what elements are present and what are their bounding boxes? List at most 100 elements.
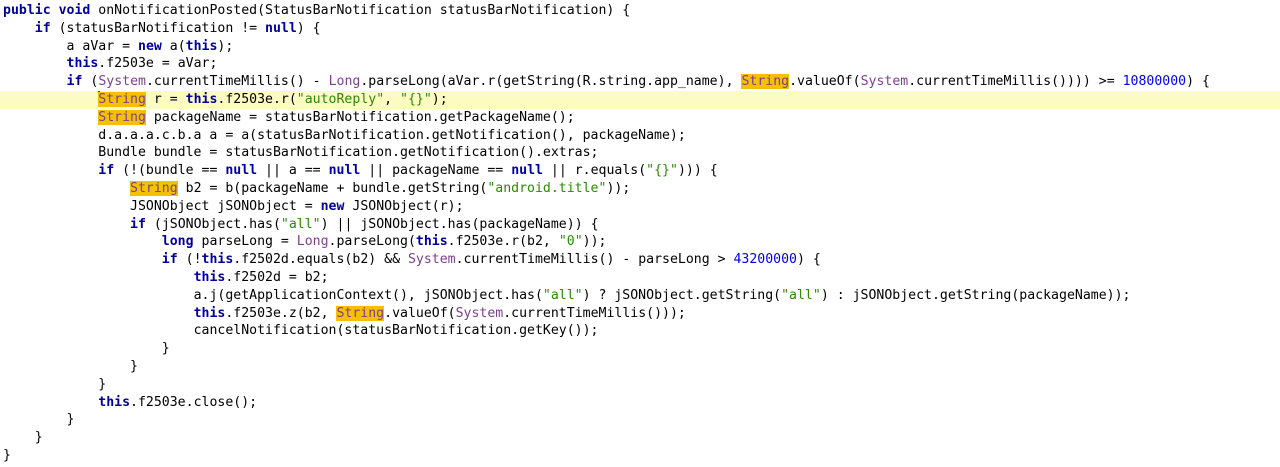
code-text: || packageName ==	[360, 163, 512, 179]
keyword-token: this	[193, 269, 226, 285]
type-token: System	[860, 74, 909, 90]
number-literal: 43200000	[733, 252, 798, 268]
code-line[interactable]: if (!this.f2502d.equals(b2) && System.cu…	[0, 251, 1280, 269]
code-line[interactable]: Bundle bundle = statusBarNotification.ge…	[0, 144, 1280, 162]
code-text: (	[82, 74, 99, 90]
code-text: (statusBarNotification !=	[50, 20, 266, 36]
type-token: System	[98, 74, 146, 90]
code-text: packageName = statusBarNotification.getP…	[145, 109, 575, 125]
string-literal: "all"	[781, 287, 821, 303]
code-text: || r.equals(	[542, 163, 647, 179]
keyword-token: new	[138, 38, 162, 54]
code-text: ) || jSONObject.has(packageName)) {	[320, 216, 599, 232]
code-line[interactable]: this.f2503e.z(b2, String.valueOf(System.…	[0, 305, 1280, 323]
code-text: }	[98, 376, 107, 392]
code-line[interactable]: if (statusBarNotification != null) {	[0, 20, 1280, 38]
code-text: a(	[161, 38, 186, 54]
code-text: );	[217, 38, 234, 54]
type-token: Long	[296, 234, 329, 250]
code-text: .currentTimeMillis()))) >=	[908, 74, 1123, 90]
code-line[interactable]: String packageName = statusBarNotificati…	[0, 109, 1280, 127]
code-text: .f2503e.r(b2,	[447, 234, 559, 250]
search-highlight: String	[98, 109, 146, 125]
code-text: .f2502d = b2;	[225, 269, 329, 285]
number-literal: 10800000	[1122, 74, 1187, 90]
keyword-token: this	[193, 305, 226, 321]
code-line[interactable]: String b2 = b(packageName + bundle.getSt…	[0, 180, 1280, 198]
string-literal: "0"	[558, 234, 583, 250]
code-text: a.j(getApplicationContext(), jSONObject.…	[193, 287, 543, 303]
code-text: Bundle bundle = statusBarNotification.ge…	[98, 145, 599, 161]
code-line[interactable]: }	[0, 447, 1280, 465]
code-text: ));	[606, 180, 631, 196]
keyword-token: null	[225, 163, 258, 179]
code-text: d.a.a.a.c.b.a a = a(statusBarNotificatio…	[98, 127, 686, 143]
code-line[interactable]: this.f2502d = b2;	[0, 269, 1280, 287]
keyword-token: if	[66, 74, 83, 90]
code-line[interactable]: long parseLong = Long.parseLong(this.f25…	[0, 233, 1280, 251]
code-line[interactable]: this.f2503e.close();	[0, 394, 1280, 412]
string-literal: "{}"	[646, 163, 678, 179]
current-code-line[interactable]: String r = this.f2503e.r("autoReply", "{…	[0, 90, 1280, 109]
code-line[interactable]: if (System.currentTimeMillis() - Long.pa…	[0, 73, 1280, 91]
code-text: b2 = b(packageName + bundle.getString(	[177, 180, 488, 196]
code-text: );	[431, 91, 448, 107]
code-text: (!(bundle ==	[114, 163, 226, 179]
code-area[interactable]: public void onNotificationPosted(StatusB…	[0, 2, 1280, 465]
keyword-token: this	[66, 56, 99, 72]
code-line[interactable]: if (!(bundle == null || a == null || pac…	[0, 162, 1280, 180]
code-text: .valueOf(	[789, 74, 861, 90]
code-text: ) {	[296, 20, 321, 36]
code-line[interactable]: }	[0, 411, 1280, 429]
code-text: cancelNotification(statusBarNotification…	[193, 323, 599, 339]
code-line[interactable]: d.a.a.a.c.b.a a = a(statusBarNotificatio…	[0, 127, 1280, 145]
code-line[interactable]: }	[0, 340, 1280, 358]
code-line[interactable]: JSONObject jSONObject = new JSONObject(r…	[0, 198, 1280, 216]
code-text: onNotificationPosted(StatusBarNotificati…	[90, 3, 631, 18]
code-line[interactable]: }	[0, 429, 1280, 447]
code-line[interactable]: a aVar = new a(this);	[0, 38, 1280, 56]
keyword-token: if	[34, 20, 51, 36]
code-line[interactable]: this.f2503e = aVar;	[0, 55, 1280, 73]
type-token: System	[455, 305, 504, 321]
code-text: .f2503e.close();	[130, 394, 258, 410]
code-text: .f2503e.z(b2,	[225, 305, 337, 321]
code-text: .valueOf(	[384, 305, 456, 321]
code-line[interactable]: }	[0, 358, 1280, 376]
code-line[interactable]: if (jSONObject.has("all") || jSONObject.…	[0, 216, 1280, 234]
keyword-token: null	[265, 20, 297, 36]
keyword-token: null	[511, 163, 543, 179]
search-highlight: String	[130, 180, 178, 196]
code-text: .parseLong(aVar.r(getString(R.string.app…	[360, 74, 742, 90]
code-text: .f2502d.equals(b2) &&	[233, 252, 408, 268]
code-line[interactable]: a.j(getApplicationContext(), jSONObject.…	[0, 287, 1280, 305]
keyword-token: long	[161, 234, 194, 250]
code-line[interactable]: }	[0, 376, 1280, 394]
code-editor[interactable]: public void onNotificationPosted(StatusB…	[0, 0, 1280, 467]
code-text: .currentTimeMillis() -	[145, 74, 329, 90]
code-text: ))) {	[677, 163, 718, 179]
code-text: ) ? jSONObject.getString(	[582, 287, 782, 303]
keyword-token: this	[185, 91, 218, 107]
string-literal: "all"	[280, 216, 321, 232]
keyword-token: new	[320, 198, 345, 214]
code-text: }	[130, 358, 138, 374]
code-line[interactable]: cancelNotification(statusBarNotification…	[0, 322, 1280, 340]
code-text: a aVar =	[66, 38, 138, 54]
code-line[interactable]: public void onNotificationPosted(StatusB…	[0, 2, 1280, 20]
